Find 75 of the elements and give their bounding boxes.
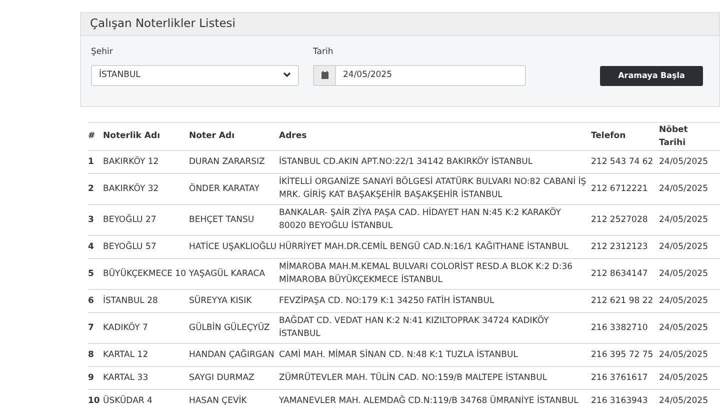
table-cell-text: 24/05/2025: [659, 182, 709, 196]
table-cell-text: YAMANEVLER MAH. ALEMDAĞ CD.N:119/B 34768 ÜMRANİYE İSTANBUL: [279, 394, 580, 408]
table-cell-text: DURAN ZARARSIZ: [189, 156, 266, 168]
column-header: Noter Adı: [189, 130, 236, 143]
table-cell-text: 6: [88, 294, 95, 308]
table-cell-text: SAYGI DURMAZ: [189, 372, 256, 384]
table-cell-text: MİMAROBA MAH.M.KEMAL BULVARI COLORİST RESD.A BLOK K:2 D:36 MİMAROBA BÜYÜKÇEKMECE İSTANBUL: [279, 261, 574, 287]
table-cell-text: KADIKÖY 7: [103, 322, 149, 334]
table-cell-text: 24/05/2025: [659, 348, 709, 362]
table-cell-text: BAKIRKÖY 32: [103, 182, 160, 196]
table-cell-text: SÜREYYA KISIK: [189, 294, 253, 308]
table-cell-text: 212 543 74 62: [591, 156, 654, 168]
table-cell-text: 1: [88, 156, 95, 168]
table-cell-text: 7: [88, 322, 95, 334]
table-cell-text: 24/05/2025: [659, 156, 709, 168]
table-cell-text: BEYOĞLU 27: [103, 214, 158, 226]
table-cell-text: BAĞDAT CD. VEDAT HAN K:2 N:41 KIZILTOPRAK 34724 KADIKÖY İSTANBUL: [279, 315, 550, 341]
calendar-button[interactable]: [313, 64, 336, 86]
table-cell-text: YAŞAGÜL KARACA: [189, 268, 266, 280]
column-header: Telefon: [591, 130, 627, 143]
table-cell-text: 216 3761617: [591, 372, 649, 384]
table-cell-text: 212 2312123: [591, 240, 649, 254]
table-cell-text: 24/05/2025: [659, 214, 709, 226]
table-cell-text: BAKIRKÖY 12: [103, 156, 160, 168]
table-cell-text: 212 6712221: [591, 182, 649, 196]
date-field[interactable]: 24/05/2025: [336, 64, 526, 86]
table-cell-text: 212 621 98 22: [591, 294, 654, 308]
table-cell-text: 24/05/2025: [659, 322, 709, 334]
table-cell-text: 24/05/2025: [659, 294, 709, 308]
table-cell-text: KARTAL 12: [103, 348, 150, 362]
city-select[interactable]: İSTANBUL: [91, 64, 299, 86]
table-cell-text: HANDAN ÇAĞIRGAN: [189, 348, 276, 362]
field-label: Tarih: [313, 46, 334, 59]
table-cell-text: 212 8634147: [591, 268, 649, 280]
table-cell-text: 10: [88, 394, 101, 408]
panel-title: Çalışan Noterlikler Listesi: [90, 15, 236, 32]
table-cell-text: 216 395 72 75: [591, 348, 654, 362]
field-label: Şehir: [91, 46, 113, 59]
table-cell-text: ÜSKÜDAR 4: [103, 394, 154, 408]
column-header: Noterlik Adı: [103, 130, 161, 143]
table-cell-text: ZÜMRÜTEVLER MAH. TÜLİN CAD. NO:159/B MALTEPE İSTANBUL: [279, 372, 548, 384]
table-cell-text: 24/05/2025: [659, 240, 709, 254]
table-cell-text: BEYOĞLU 57: [103, 240, 158, 254]
table-cell-text: 212 2527028: [591, 214, 649, 226]
search-button[interactable]: Aramaya Başla: [600, 66, 703, 86]
table-cell-text: FEVZİPAŞA CD. NO:179 K:1 34250 FATİH İSTANBUL: [279, 294, 496, 308]
table-cell-text: 5: [88, 268, 95, 280]
table-cell-text: HATİCE UŞAKLIOĞLU: [189, 240, 278, 254]
column-header: #: [88, 130, 96, 143]
table-cell-text: 9: [88, 372, 95, 384]
table-cell-text: CAMİ MAH. MİMAR SİNAN CD. N:48 K:1 TUZLA İSTANBUL: [279, 348, 519, 362]
column-header: Adres: [279, 130, 308, 143]
table-cell-text: 24/05/2025: [659, 394, 709, 408]
table-cell-text: 24/05/2025: [659, 372, 709, 384]
table-cell-text: BANKALAR- ŞAİR ZİYA PAŞA CAD. HİDAYET HAN N:45 K:2 KARAKÖY 80020 BEYOĞLU İSTANBUL: [279, 207, 562, 233]
table-cell-text: HÜRRİYET MAH.DR.CEMİL BENGÜ CAD.N:16/1 KAĞITHANE İSTANBUL: [279, 240, 570, 254]
table-cell-text: 216 3382710: [591, 322, 649, 334]
calendar-icon: [320, 71, 328, 80]
chevron-down-icon: [283, 72, 291, 78]
table-cell-text: 2: [88, 182, 95, 196]
table-cell-text: GÜLBİN GÜLEÇYÜZ: [189, 322, 271, 334]
table-cell-text: 8: [88, 348, 95, 362]
table-cell-text: İKİTELLİ ORGANİZE SANAYİ BÖLGESİ ATATÜRK BULVARI NO:82 CABANİ İŞ MRK. GİRİŞ KAT BAŞAKŞEHİR BAŞAKŞEHİR İSTANBUL: [279, 176, 588, 202]
column-header: Nöbet Tarihi: [659, 124, 689, 150]
table-cell-text: 216 3163943: [591, 394, 649, 408]
table-cell-text: 3: [88, 214, 95, 226]
table-cell-text: ÖNDER KARATAY: [189, 182, 260, 196]
table-cell-text: HASAN ÇEVİK: [189, 394, 248, 408]
table-cell-text: İSTANBUL CD.AKIN APT.NO:22/1 34142 BAKIRKÖY İSTANBUL: [279, 156, 534, 168]
table-cell-text: 4: [88, 240, 95, 254]
table-cell-text: BÜYÜKÇEKMECE 10: [103, 268, 187, 280]
table-cell-text: BEHÇET TANSU: [189, 214, 256, 226]
table-cell-text: KARTAL 33: [103, 372, 150, 384]
table-cell-text: 24/05/2025: [659, 268, 709, 280]
table-cell-text: İSTANBUL 28: [103, 294, 159, 308]
